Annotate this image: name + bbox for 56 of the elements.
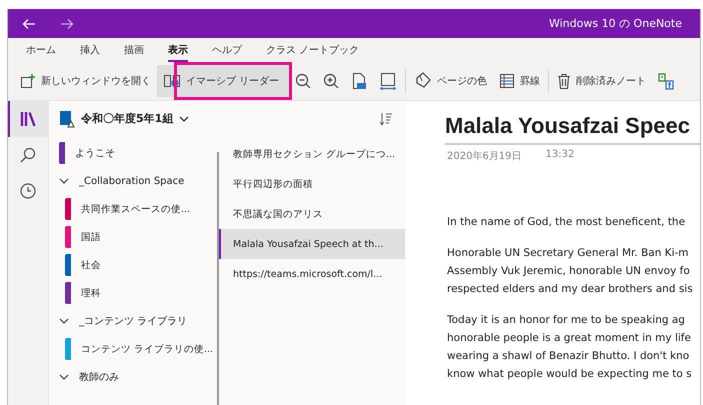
section-item[interactable]: 国語: [49, 223, 219, 251]
section-item[interactable]: 共同作業スペースの使...: [49, 195, 219, 223]
page-item[interactable]: 平行四辺形の面積: [219, 169, 405, 199]
section-group-label: 教師のみ: [79, 371, 119, 384]
zoom-in-icon: [323, 73, 340, 89]
section-item[interactable]: 社会: [49, 251, 219, 279]
notebook-selector[interactable]: 令和〇年度5年1組: [57, 108, 192, 130]
trash-button[interactable]: 削除済みノート: [551, 65, 652, 97]
ribbon-tab[interactable]: 描画: [112, 38, 156, 62]
ribbon-tab[interactable]: ホーム: [14, 38, 68, 62]
ribbon-tab[interactable]: クラス ノートブック: [254, 38, 372, 62]
text-line: honorable people is a great moment in my life: [447, 331, 692, 346]
back-arrow-icon[interactable]: [22, 18, 36, 30]
page-item[interactable]: 不思議な国のアリス: [219, 199, 405, 229]
new-window-icon: [20, 73, 36, 89]
text-line: respected elders and my dear brothers and sis: [447, 282, 694, 297]
translate-icon: [658, 72, 674, 90]
ruled-lines-icon: [499, 73, 516, 89]
zoom-out-icon: [295, 73, 312, 89]
page-item[interactable]: https://teams.microsoft.com/l...: [219, 259, 405, 289]
section-item[interactable]: ようこそ: [49, 139, 219, 167]
sort-icon: [379, 112, 393, 126]
ribbon-tab[interactable]: 挿入: [68, 38, 112, 62]
text-line: Honorable UN Secretary General Mr. Ban Ki-m: [447, 246, 690, 261]
section-group-label: _Collaboration Space: [79, 176, 184, 186]
text-line: Assembly Vuk Jeremic, honorable UN envoy fo: [447, 264, 691, 279]
notebooks-button[interactable]: [8, 101, 48, 137]
page-width-icon: [379, 72, 398, 90]
text-line: wearing a shawl of Benazir Bhutto. I don't kno: [447, 349, 690, 364]
section-item[interactable]: 理科: [49, 279, 219, 307]
ribbon-tab[interactable]: ヘルプ: [200, 38, 254, 62]
text-line: Today it is an honor for me to be speaking ag: [447, 313, 686, 328]
notebooks-icon: [20, 111, 38, 127]
ribbon-tab[interactable]: 表示: [156, 38, 200, 62]
page-item[interactable]: 教師専用セクション グループにつ...: [219, 139, 405, 169]
page-time: 13:32: [546, 149, 574, 162]
page-title[interactable]: Malala Yousafzai Speec: [445, 113, 700, 145]
trash-icon: [557, 73, 572, 89]
forward-arrow-icon: [60, 18, 74, 30]
chevron-down-icon: [179, 116, 190, 122]
page-date: 2020年6月19日: [447, 150, 522, 163]
section-group-label: _コンテンツ ライブラリ: [79, 314, 188, 328]
page-item[interactable]: Malala Yousafzai Speech at th...: [219, 229, 405, 259]
clock-icon: [20, 183, 36, 199]
text-line: In the name of God, the most beneficent, the: [447, 215, 686, 230]
notebook-icon: [59, 110, 75, 128]
paint-bucket-button[interactable]: ページの色: [408, 65, 494, 97]
window-title: Windows 10 の OneNote: [548, 16, 682, 31]
new-window-button[interactable]: 新しいウィンドウを開く: [14, 65, 157, 97]
immersive-reader-button[interactable]: イマーシブ リーダー: [157, 65, 290, 97]
immersive-reader-icon: [163, 73, 181, 89]
section-item[interactable]: コンテンツ ライブラリの使...: [49, 335, 219, 363]
ruled-lines-button[interactable]: 罫線: [493, 65, 546, 97]
scrollbar[interactable]: [217, 152, 219, 405]
text-line: know what people would be expecting me to s: [447, 367, 693, 382]
search-icon: [20, 147, 36, 163]
